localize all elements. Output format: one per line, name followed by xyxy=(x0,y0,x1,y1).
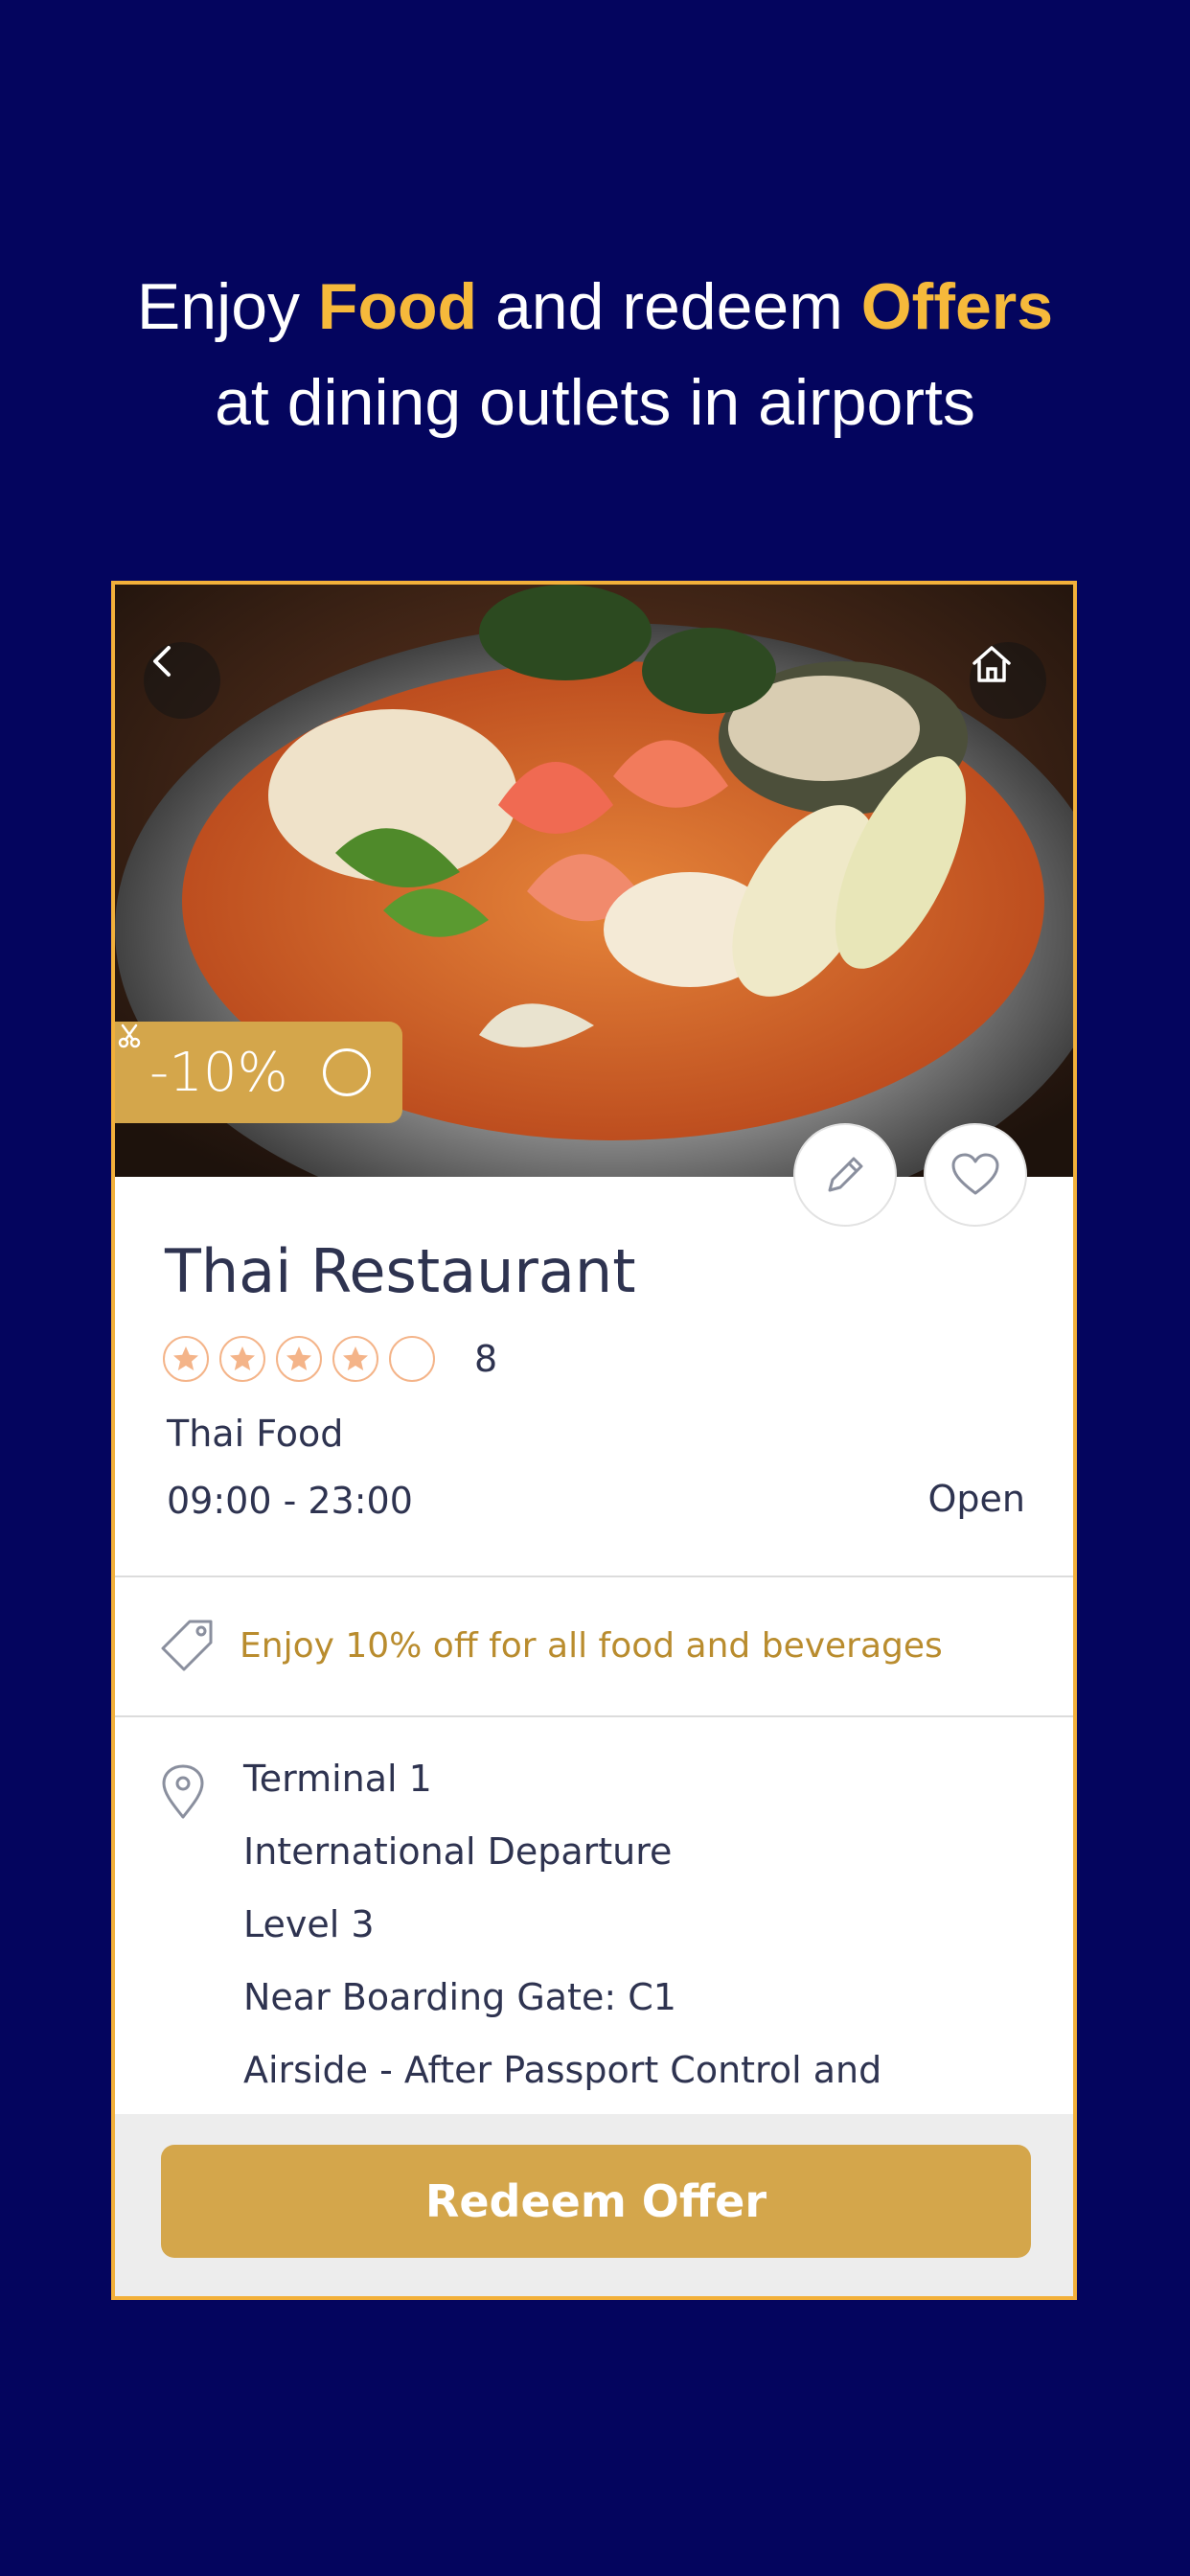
tag-icon xyxy=(161,1620,213,1671)
map-pin-icon xyxy=(162,1764,204,1819)
headline-middle: and redeem xyxy=(477,270,861,343)
edit-review-button[interactable] xyxy=(793,1123,897,1227)
open-status: Open xyxy=(927,1478,1026,1520)
rating-stars: 8 xyxy=(163,1336,497,1382)
headline-line-1: Enjoy Food and redeem Offers xyxy=(0,259,1190,355)
pencil-icon xyxy=(828,1157,863,1192)
restaurant-photo: -10% xyxy=(115,585,1073,1177)
card-footer: Redeem Offer xyxy=(115,2114,1073,2296)
discount-label: -10% xyxy=(149,1041,288,1104)
headline-offers: Offers xyxy=(860,270,1054,343)
cuisine-type: Thai Food xyxy=(167,1413,344,1455)
location-line: Near Boarding Gate: C1 xyxy=(243,1976,676,2018)
discount-badge: -10% xyxy=(115,1022,402,1123)
rating-count: 8 xyxy=(474,1338,498,1380)
scissors-icon xyxy=(118,1024,371,1096)
restaurant-card: -10% Thai Restaurant 8 Thai Food 09:00 -… xyxy=(111,581,1077,2300)
location-line: Terminal 1 xyxy=(243,1758,432,1800)
opening-hours: 09:00 - 23:00 xyxy=(167,1480,413,1522)
location-line: International Departure xyxy=(243,1830,673,1873)
star-filled-icon xyxy=(276,1336,322,1382)
back-button[interactable] xyxy=(144,642,220,719)
location-line: Airside - After Passport Control and xyxy=(243,2049,882,2091)
redeem-offer-button[interactable]: Redeem Offer xyxy=(161,2145,1031,2258)
offer-row: Enjoy 10% off for all food and beverages xyxy=(157,1616,943,1675)
star-empty-icon xyxy=(389,1336,435,1382)
location-line: Level 3 xyxy=(243,1903,375,1945)
heart-icon xyxy=(951,1153,999,1195)
star-filled-icon xyxy=(163,1336,209,1382)
star-filled-icon xyxy=(219,1336,265,1382)
offer-text: Enjoy 10% off for all food and beverages xyxy=(240,1625,943,1666)
headline-line-2: at dining outlets in airports xyxy=(215,366,975,439)
star-filled-icon xyxy=(332,1336,378,1382)
headline-prefix: Enjoy xyxy=(136,270,318,343)
location-details: Terminal 1 International Departure Level… xyxy=(243,1756,881,2120)
restaurant-name: Thai Restaurant xyxy=(165,1236,636,1306)
divider xyxy=(115,1576,1073,1577)
home-icon xyxy=(973,646,1011,682)
headline-food: Food xyxy=(317,270,478,343)
divider xyxy=(115,1715,1073,1717)
chevron-left-icon xyxy=(153,646,171,677)
headline: Enjoy Food and redeem Offers at dining o… xyxy=(0,259,1190,450)
favorite-button[interactable] xyxy=(924,1123,1027,1227)
home-button[interactable] xyxy=(970,642,1046,719)
